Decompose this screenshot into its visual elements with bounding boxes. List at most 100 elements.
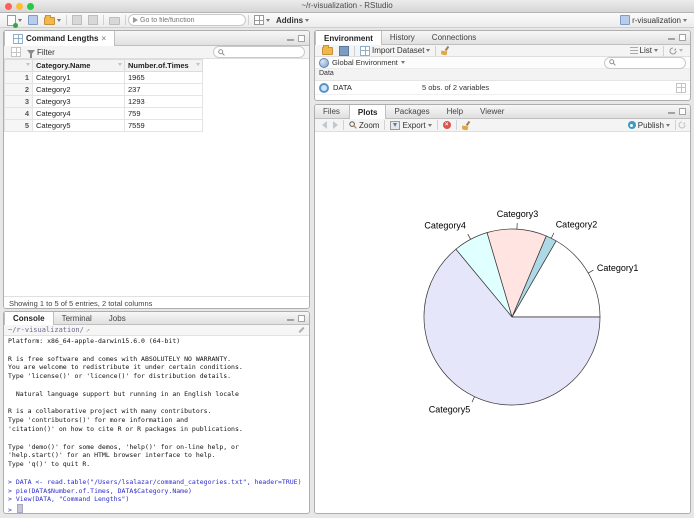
maximize-icon[interactable]: [679, 108, 686, 115]
plots-tabs: Files Plots Packages Help Viewer: [315, 105, 513, 119]
open-file-button[interactable]: [41, 14, 64, 27]
save-all-button[interactable]: [85, 14, 101, 27]
tab-history[interactable]: History: [382, 31, 424, 44]
maximize-icon[interactable]: [298, 314, 305, 322]
tab-viewer[interactable]: Viewer: [472, 105, 513, 118]
minimize-icon[interactable]: [287, 315, 294, 322]
console-input-line: > pie(DATA$Number.of.Times, DATA$Categor…: [8, 486, 192, 495]
search-input[interactable]: [227, 48, 300, 56]
tab-files[interactable]: Files: [315, 105, 349, 118]
publish-button[interactable]: Publish: [625, 119, 673, 132]
pie-label-Category4: Category4: [424, 221, 466, 231]
minimize-icon[interactable]: [668, 34, 675, 41]
toolbar-separator: [455, 120, 457, 130]
popout-icon[interactable]: ↗: [86, 326, 90, 334]
table-cell: Category4: [32, 107, 125, 120]
tab-jobs[interactable]: Jobs: [101, 312, 135, 324]
table-row[interactable]: 1 Category1 1965: [4, 71, 203, 84]
new-file-button[interactable]: [4, 14, 25, 28]
close-icon[interactable]: ×: [101, 34, 106, 43]
save-icon: [72, 15, 82, 25]
load-workspace-button[interactable]: [319, 44, 336, 57]
table-row[interactable]: 4 Category4 759: [4, 107, 203, 120]
save-workspace-button[interactable]: [336, 44, 352, 57]
pie-label-Category1: Category1: [597, 263, 639, 273]
forward-arrow-icon: [333, 121, 338, 129]
filter-button[interactable]: Filter: [24, 46, 58, 59]
tab-environment[interactable]: Environment: [315, 31, 382, 45]
goto-file-input[interactable]: [140, 16, 241, 24]
minimize-icon[interactable]: [668, 108, 675, 115]
tab-console[interactable]: Console: [4, 312, 54, 325]
zoom-plot-button[interactable]: Zoom: [346, 119, 382, 132]
project-label: r-visualization: [632, 15, 681, 25]
tab-connections[interactable]: Connections: [424, 31, 485, 44]
sort-icon: [196, 63, 200, 66]
column-header-Category.Name[interactable]: Category.Name: [32, 59, 125, 72]
import-dataset-button[interactable]: Import Dataset: [357, 44, 433, 57]
remove-plot-button[interactable]: ×: [440, 119, 454, 132]
tab-help[interactable]: Help: [439, 105, 472, 118]
table-icon: [11, 47, 21, 57]
addins-button[interactable]: Addins: [273, 14, 312, 27]
column-header-rownum[interactable]: [4, 59, 33, 72]
maximize-icon[interactable]: [679, 34, 686, 41]
chevron-down-icon: [57, 18, 61, 22]
console-tabbar: Console Terminal Jobs: [4, 312, 309, 325]
list-label: List: [639, 46, 652, 55]
r-environment-icon: [319, 57, 329, 68]
pie-label-tick: [550, 232, 555, 239]
table-cell: Category2: [32, 83, 125, 96]
print-button[interactable]: [106, 14, 123, 27]
pie-chart: Category1 Category2 Category3 Category4 Cate…: [423, 209, 639, 415]
window-title: ~/r-visualization - RStudio: [301, 1, 393, 10]
environment-search-input[interactable]: [618, 59, 681, 66]
previous-plot-button[interactable]: [319, 119, 330, 132]
view-table-icon[interactable]: [676, 82, 686, 93]
console-input-line: > View(DATA, "Command Lengths"): [8, 495, 130, 504]
row-number: 3: [4, 95, 33, 108]
toolbar-separator: [663, 45, 664, 56]
console-path-bar: ~/r-visualization/ ↗: [4, 325, 309, 336]
tab-command-lengths[interactable]: Command Lengths ×: [4, 31, 116, 46]
tab-terminal[interactable]: Terminal: [54, 312, 101, 324]
export-plot-button[interactable]: Export: [387, 119, 434, 132]
console-output[interactable]: Platform: x86_64-apple-darwin15.6.0 (64-…: [4, 336, 309, 513]
sync-button[interactable]: [8, 46, 24, 59]
clear-plots-button[interactable]: [459, 119, 474, 132]
r-project-icon: [620, 15, 631, 25]
refresh-environment-button[interactable]: [666, 44, 686, 57]
tab-plots[interactable]: Plots: [348, 105, 387, 119]
project-menu-button[interactable]: r-visualization: [617, 14, 690, 27]
folder-icon: [322, 44, 333, 55]
console-input-line: > DATA <- read.table("/Users/lsalazar/co…: [8, 477, 302, 486]
save-button[interactable]: [69, 14, 85, 27]
row-number: 5: [4, 119, 33, 132]
pie-label-Category3: Category3: [497, 209, 539, 219]
back-arrow-icon: [322, 121, 327, 129]
table-row[interactable]: 2 Category2 237: [4, 83, 203, 96]
new-project-button[interactable]: [25, 14, 41, 27]
next-plot-button[interactable]: [330, 119, 341, 132]
tab-packages[interactable]: Packages: [386, 105, 438, 118]
object-name: DATA: [333, 83, 352, 92]
console-output-line: R is free software and comes with ABSOLU…: [8, 354, 232, 363]
maximize-icon[interactable]: [298, 34, 305, 42]
chevron-down-icon: [679, 49, 683, 52]
table-row[interactable]: 5 Category5 7559: [4, 119, 203, 132]
minimize-icon[interactable]: [287, 35, 294, 42]
pane-layout-button[interactable]: [251, 14, 273, 27]
clear-environment-button[interactable]: [438, 44, 453, 57]
environment-object-row-DATA[interactable]: DATA 5 obs. of 2 variables: [315, 81, 690, 95]
console-panel: Console Terminal Jobs ~/r-visualization/ ↗…: [3, 311, 310, 514]
column-header-Number.of.Times[interactable]: Number.of.Times: [124, 59, 203, 72]
working-directory[interactable]: ~/r-visualization/: [8, 326, 84, 334]
table-row[interactable]: 3 Category3 1293: [4, 95, 203, 108]
list-view-button[interactable]: List: [627, 44, 661, 57]
refresh-icon[interactable]: [678, 121, 686, 129]
panel-window-buttons: [287, 31, 305, 45]
global-environment-selector[interactable]: Global Environment: [315, 56, 690, 69]
